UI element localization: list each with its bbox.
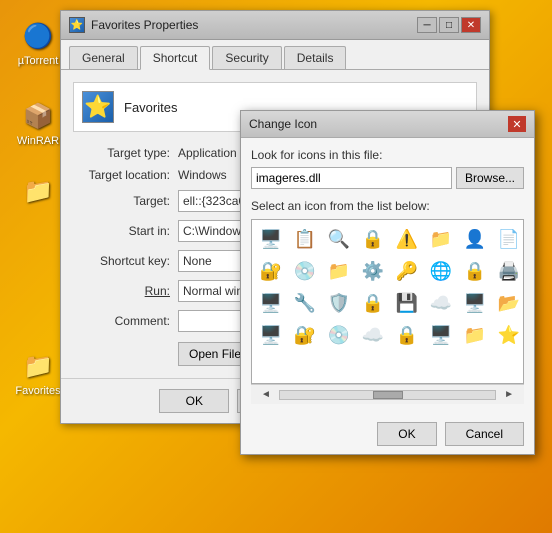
icon-cell-12[interactable]: ⚙️ (358, 256, 388, 286)
target-location-value: Windows (178, 168, 227, 182)
icon-cell-20[interactable]: 🛡️ (324, 288, 354, 318)
favorites-icon: 📁 (22, 350, 54, 382)
shortcut-key-label: Shortcut key: (73, 254, 178, 268)
icon-cell-25[interactable]: 📂 (494, 288, 524, 318)
change-icon-bottom-buttons: OK Cancel (241, 414, 534, 454)
browse-button[interactable]: Browse... (456, 167, 524, 189)
run-label: Run: (73, 284, 178, 298)
change-icon-dialog: Change Icon ✕ Look for icons in this fil… (240, 110, 535, 455)
change-icon-title: Change Icon (249, 117, 317, 131)
icon-cell-21[interactable]: 🔒 (358, 288, 388, 318)
window-title: Favorites Properties (91, 18, 198, 32)
change-icon-titlebar: Change Icon ✕ (241, 111, 534, 138)
folder1-icon: 📁 (22, 175, 54, 207)
scroll-track[interactable] (279, 390, 496, 400)
icon-cell-13[interactable]: 🔑 (392, 256, 422, 286)
prop-icon: ⭐ (82, 91, 114, 123)
icon-cell-2[interactable]: 🔍 (324, 224, 354, 254)
scroll-thumb (373, 391, 403, 399)
icon-cell-28[interactable]: 🔐 (290, 320, 320, 350)
icon-cell-29[interactable]: 💿 (324, 320, 354, 350)
icon-cell-11[interactable]: 📁 (324, 256, 354, 286)
file-label: Look for icons in this file: (251, 148, 524, 162)
icon-cell-34[interactable]: ⭐ (494, 320, 524, 350)
tab-general[interactable]: General (69, 46, 138, 69)
scroll-left-arrow[interactable]: ◄ (257, 389, 275, 400)
change-icon-ok-button[interactable]: OK (377, 422, 436, 446)
maximize-button[interactable]: □ (439, 17, 459, 33)
minimize-button[interactable]: ─ (417, 17, 437, 33)
desktop-icon-folder1[interactable]: 📁 (8, 175, 68, 210)
icon-cell-1[interactable]: 📋 (290, 224, 320, 254)
icon-cell-24[interactable]: 🖥️ (460, 288, 490, 318)
desktop: 🔵 µTorrent 📦 WinRAR 📁 📁 Favorites ⭐ Favo… (0, 0, 552, 533)
favorites-titlebar: ⭐ Favorites Properties ─ □ ✕ (61, 11, 489, 40)
icon-cell-19[interactable]: 🔧 (290, 288, 320, 318)
utorrent-label: µTorrent (18, 55, 59, 67)
icon-cell-15[interactable]: 🔒 (460, 256, 490, 286)
select-label: Select an icon from the list below: (251, 199, 524, 213)
icon-cell-7[interactable]: 📄 (494, 224, 524, 254)
titlebar-left: ⭐ Favorites Properties (69, 17, 198, 33)
utorrent-icon: 🔵 (22, 20, 54, 52)
winrar-icon: 📦 (22, 100, 54, 132)
favorites-label: Favorites (15, 385, 60, 397)
tab-bar: General Shortcut Security Details (61, 40, 489, 70)
tab-shortcut[interactable]: Shortcut (140, 46, 211, 70)
icon-grid: 🖥️📋🔍🔒⚠️📁👤📄🎵🔐💿📁⚙️🔑🌐🔒🖨️⭐🖥️🔧🛡️🔒💾☁️🖥️📂⭐🖥️🔐💿☁… (252, 220, 523, 354)
comment-label: Comment: (73, 314, 178, 328)
target-type-value: Application (178, 146, 237, 160)
desktop-icon-favorites[interactable]: 📁 Favorites (8, 350, 68, 397)
target-label: Target: (73, 194, 178, 208)
icon-cell-4[interactable]: ⚠️ (392, 224, 422, 254)
icon-cell-10[interactable]: 💿 (290, 256, 320, 286)
change-icon-cancel-button[interactable]: Cancel (445, 422, 524, 446)
tab-security[interactable]: Security (212, 46, 281, 69)
tab-details[interactable]: Details (284, 46, 347, 69)
titlebar-icon: ⭐ (69, 17, 85, 33)
icon-cell-9[interactable]: 🔐 (256, 256, 286, 286)
icon-cell-27[interactable]: 🖥️ (256, 320, 286, 350)
start-in-label: Start in: (73, 224, 178, 238)
icon-cell-18[interactable]: 🖥️ (256, 288, 286, 318)
window-controls: ─ □ ✕ (417, 17, 481, 33)
icon-cell-16[interactable]: 🖨️ (494, 256, 524, 286)
scroll-right-arrow[interactable]: ► (500, 389, 518, 400)
change-icon-close-button[interactable]: ✕ (508, 116, 526, 132)
ok-button[interactable]: OK (159, 389, 229, 413)
target-type-label: Target type: (73, 146, 178, 160)
icon-cell-14[interactable]: 🌐 (426, 256, 456, 286)
file-row: Browse... (251, 167, 524, 189)
close-button[interactable]: ✕ (461, 17, 481, 33)
icon-cell-5[interactable]: 📁 (426, 224, 456, 254)
file-input[interactable] (251, 167, 452, 189)
change-icon-content: Look for icons in this file: Browse... S… (241, 138, 534, 414)
icon-cell-23[interactable]: ☁️ (426, 288, 456, 318)
icon-cell-6[interactable]: 👤 (460, 224, 490, 254)
icon-cell-30[interactable]: ☁️ (358, 320, 388, 350)
icon-cell-33[interactable]: 📁 (460, 320, 490, 350)
desktop-icon-utorrent[interactable]: 🔵 µTorrent (8, 20, 68, 67)
icon-scrollbar: ◄ ► (251, 384, 524, 404)
winrar-label: WinRAR (17, 135, 59, 147)
target-location-label: Target location: (73, 168, 178, 182)
prop-name: Favorites (124, 100, 177, 115)
icon-cell-22[interactable]: 💾 (392, 288, 422, 318)
icon-cell-3[interactable]: 🔒 (358, 224, 388, 254)
desktop-icon-winrar[interactable]: 📦 WinRAR (8, 100, 68, 147)
icon-grid-container: 🖥️📋🔍🔒⚠️📁👤📄🎵🔐💿📁⚙️🔑🌐🔒🖨️⭐🖥️🔧🛡️🔒💾☁️🖥️📂⭐🖥️🔐💿☁… (251, 219, 524, 384)
icon-cell-32[interactable]: 🖥️ (426, 320, 456, 350)
icon-cell-31[interactable]: 🔒 (392, 320, 422, 350)
icon-cell-0[interactable]: 🖥️ (256, 224, 286, 254)
